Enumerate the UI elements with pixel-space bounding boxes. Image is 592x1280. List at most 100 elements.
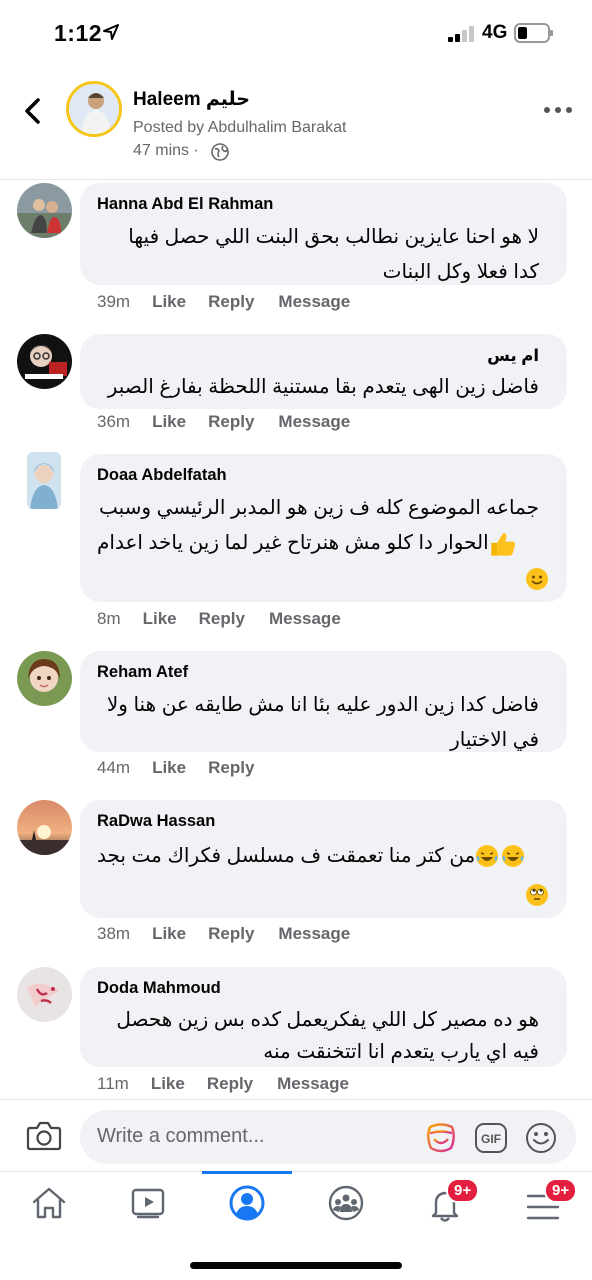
reply-button[interactable]: Reply xyxy=(208,412,254,432)
comment-bubble[interactable]: Hanna Abd El Rahman لا هو احنا عايزين نط… xyxy=(80,183,567,285)
profile-icon xyxy=(229,1185,265,1221)
bottom-tab-bar: 9+ 9+ xyxy=(0,1171,592,1280)
cell-signal-icon xyxy=(448,26,474,42)
comment-line: فيه اي يارب يتعدم انا اتتخنقت منه xyxy=(263,1041,539,1063)
comment-time: 36m xyxy=(97,412,131,431)
like-button[interactable]: Like xyxy=(152,292,186,312)
comment-composer: Write a comment... GIF xyxy=(0,1099,592,1171)
comment-bubble[interactable]: RaDwa Hassan من كتر منا تعمقت ف مسلسل فك… xyxy=(80,800,567,918)
tab-groups[interactable] xyxy=(297,1172,395,1238)
comment-line: لا هو احنا عايزين نطالب بحق البنت اللي ح… xyxy=(128,226,539,248)
commenter-avatar[interactable] xyxy=(17,800,72,855)
comment-actions: 38m Like Reply Message xyxy=(97,924,350,944)
post-time: 47 mins · xyxy=(133,142,199,159)
comment-line: في الاختيار xyxy=(450,729,539,751)
comment-line: فاضل زين الهى يتعدم بقا مستنية اللحظة بف… xyxy=(107,376,539,398)
comment-actions: 8m Like Reply Message xyxy=(97,609,341,629)
commenter-name[interactable]: Doaa Abdelfatah xyxy=(97,466,551,485)
commenter-avatar[interactable] xyxy=(17,334,72,389)
reply-button[interactable]: Reply xyxy=(208,292,254,312)
video-play-icon xyxy=(131,1188,165,1219)
page-avatar[interactable] xyxy=(66,81,122,137)
like-button[interactable]: Like xyxy=(152,758,186,778)
status-time: 1:12 xyxy=(54,20,103,46)
notifications-badge: 9+ xyxy=(446,1178,480,1203)
comment-text: لا هو احنا عايزين نطالب بحق البنت اللي ح… xyxy=(97,220,551,290)
tab-home[interactable] xyxy=(0,1172,98,1238)
gif-icon[interactable]: GIF xyxy=(474,1121,508,1155)
commenter-avatar[interactable] xyxy=(17,967,72,1022)
menu-badge: 9+ xyxy=(544,1178,578,1203)
laughing-tears-emoji-icon xyxy=(476,845,499,867)
eye-roll-emoji-icon xyxy=(526,883,548,906)
comment-input[interactable]: Write a comment... GIF xyxy=(80,1110,576,1164)
like-button[interactable]: Like xyxy=(152,924,186,944)
comment-text: من كتر منا تعمقت ف مسلسل فكراك مت بجد xyxy=(97,837,551,913)
tab-profile[interactable] xyxy=(198,1172,296,1238)
more-options-icon[interactable] xyxy=(543,105,573,115)
commenter-avatar[interactable] xyxy=(17,183,72,238)
message-button[interactable]: Message xyxy=(269,609,341,629)
comment-time: 39m xyxy=(97,292,131,311)
comment-time: 8m xyxy=(97,609,121,628)
comment-text: هو ده مصير كل اللي يفكريعمل كده بس زين ه… xyxy=(97,1004,551,1068)
comment-line: فاضل كدا زين الدور عليه بئا انا مش طايقه… xyxy=(106,694,539,716)
back-arrow-icon[interactable] xyxy=(20,96,46,126)
comment-line xyxy=(97,875,548,913)
comment-bubble[interactable]: Reham Atef فاضل كدا زين الدور عليه بئا ا… xyxy=(80,651,567,752)
comment-line xyxy=(97,561,548,596)
like-button[interactable]: Like xyxy=(151,1074,185,1094)
camera-icon[interactable] xyxy=(26,1120,62,1152)
comments-list: Hanna Abd El Rahman لا هو احنا عايزين نط… xyxy=(0,181,592,1099)
message-button[interactable]: Message xyxy=(278,412,350,432)
tab-menu[interactable]: 9+ xyxy=(494,1172,592,1238)
tab-watch[interactable] xyxy=(99,1172,197,1238)
comment-input-placeholder: Write a comment... xyxy=(97,1125,265,1147)
comment-time: 44m xyxy=(97,758,131,777)
reply-button[interactable]: Reply xyxy=(199,609,245,629)
comment-actions: 36m Like Reply Message xyxy=(97,412,350,432)
comment-line-text: من كتر منا تعمقت ف مسلسل فكراك مت بجد xyxy=(97,845,476,867)
commenter-name[interactable]: Hanna Abd El Rahman xyxy=(97,195,551,214)
reply-button[interactable]: Reply xyxy=(207,1074,253,1094)
commenter-name[interactable]: Doda Mahmoud xyxy=(97,979,551,998)
commenter-name[interactable]: Reham Atef xyxy=(97,663,551,682)
comment-text: جماعه الموضوع كله ف زين هو المدبر الرئيس… xyxy=(97,491,551,596)
reply-button[interactable]: Reply xyxy=(208,924,254,944)
reply-button[interactable]: Reply xyxy=(208,758,254,778)
comment-time: 38m xyxy=(97,924,131,943)
like-button[interactable]: Like xyxy=(143,609,177,629)
status-bar: 1:12 4G xyxy=(0,0,592,66)
comment-time: 11m xyxy=(97,1074,129,1093)
comment-line: جماعه الموضوع كله ف زين هو المدبر الرئيس… xyxy=(98,497,539,519)
comment-bubble[interactable]: ام يس فاضل زين الهى يتعدم بقا مستنية الل… xyxy=(80,334,567,409)
comment-line: الحوار دا كلو مش هنرتاح غير لما زين ياخد… xyxy=(97,526,539,561)
page-name[interactable]: Haleem حليم xyxy=(133,88,250,111)
message-button[interactable]: Message xyxy=(278,924,350,944)
comment-bubble[interactable]: Doda Mahmoud هو ده مصير كل اللي يفكريعمل… xyxy=(80,967,567,1067)
commenter-name[interactable]: ام يس xyxy=(97,346,539,366)
home-indicator xyxy=(190,1262,402,1269)
message-button[interactable]: Message xyxy=(277,1074,349,1094)
laughing-tears-emoji-icon xyxy=(502,845,525,867)
commenter-avatar[interactable] xyxy=(27,452,61,509)
tab-notifications[interactable]: 9+ xyxy=(396,1172,494,1238)
battery-icon xyxy=(514,23,553,43)
home-icon xyxy=(32,1187,66,1219)
avatar-sticker-icon[interactable] xyxy=(424,1121,458,1155)
comment-line: كدا فعلا وكل البنات xyxy=(382,261,539,283)
comment-line-text: الحوار دا كلو مش هنرتاح غير لما زين ياخد… xyxy=(97,532,489,554)
network-type: 4G xyxy=(482,22,508,43)
comment-line: من كتر منا تعمقت ف مسلسل فكراك مت بجد xyxy=(97,837,539,875)
globe-icon xyxy=(211,143,229,161)
thumbs-up-emoji-icon xyxy=(490,532,515,556)
comment-text: فاضل كدا زين الدور عليه بئا انا مش طايقه… xyxy=(97,688,551,758)
emoji-picker-icon[interactable] xyxy=(524,1121,558,1155)
location-arrow-icon xyxy=(103,24,119,40)
commenter-name[interactable]: RaDwa Hassan xyxy=(97,812,551,831)
like-button[interactable]: Like xyxy=(152,412,186,432)
commenter-avatar[interactable] xyxy=(17,651,72,706)
message-button[interactable]: Message xyxy=(278,292,350,312)
comment-bubble[interactable]: Doaa Abdelfatah جماعه الموضوع كله ف زين … xyxy=(80,454,567,602)
post-header: Haleem حليم Posted by Abdulhalim Barakat… xyxy=(0,66,592,180)
